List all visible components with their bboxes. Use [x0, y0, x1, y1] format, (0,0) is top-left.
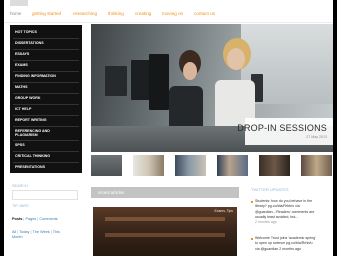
logo — [10, 0, 28, 6]
shelf-line — [105, 233, 225, 237]
divider — [13, 93, 79, 94]
sidebar-item-referencing[interactable]: REFERENCING AND PLAGIARISM — [15, 129, 55, 138]
student-figure — [227, 48, 245, 70]
hero-banner[interactable]: DROP-IN SESSIONS 27 May 2013 — [91, 24, 333, 152]
hero-date: 27 May 2013 — [306, 135, 327, 139]
nav-creating[interactable]: creating — [135, 11, 151, 16]
sidebar-menu: HOT TOPICS DISSERTATIONS ESSAYS EXAMS FI… — [10, 25, 82, 173]
tweet: Welcome Trust joins 'academic spring' to… — [251, 236, 333, 256]
sidebar-item-maths[interactable]: MATHS — [15, 85, 28, 89]
divider — [13, 104, 79, 105]
divider — [13, 162, 79, 163]
thumbnail[interactable] — [175, 155, 206, 176]
bookshelf-image — [93, 207, 237, 256]
divider — [13, 115, 79, 116]
divider — [13, 60, 79, 61]
top-nav: home getting started researching thinkin… — [4, 0, 333, 23]
sidebar-item-essays[interactable]: ESSAYS — [15, 52, 29, 56]
tweet-time: 2 months ago — [255, 220, 277, 225]
hero-caption: DROP-IN SESSIONS 27 May 2013 — [237, 118, 333, 145]
hero-title: DROP-IN SESSIONS — [237, 123, 327, 133]
posts-tab[interactable]: Posts — [12, 217, 22, 221]
divider — [13, 151, 79, 152]
time-filter: All | Today | The Week | This — [12, 230, 60, 234]
search-input[interactable] — [12, 190, 78, 200]
search-label: SEARCH — [12, 184, 28, 188]
tip-jars-label: TIP JARS — [12, 204, 29, 208]
sidebar-item-finding-information[interactable]: FINDING INFORMATION — [15, 74, 56, 78]
time-filter-cont: Month — [12, 235, 23, 239]
monitor-image — [105, 66, 127, 96]
recent-articles-title: recent articles — [98, 190, 125, 195]
nav-contact-us[interactable]: contact us — [194, 11, 215, 16]
bullet-icon — [251, 201, 253, 203]
shelf-line — [105, 217, 225, 221]
comments-tab[interactable]: Comments — [39, 217, 57, 221]
divider — [13, 38, 79, 39]
sidebar-item-dissertations[interactable]: DISSERTATIONS — [15, 41, 44, 45]
divider — [13, 49, 79, 50]
tweet-body[interactable]: Welcome Trust joins 'academic spring' to… — [255, 236, 333, 252]
sidebar-item-ict-help[interactable]: ICT HELP — [15, 107, 31, 111]
pages-tab[interactable]: Pages — [25, 217, 36, 221]
time-week-link[interactable]: The Week — [32, 230, 49, 234]
twitter-title: TWITTER UPDATES — [251, 187, 289, 192]
divider — [13, 126, 79, 127]
thumbnail[interactable] — [133, 155, 164, 176]
monitor-image — [149, 54, 169, 110]
tweet-body[interactable]: Students: how do you behave in the libra… — [255, 199, 333, 225]
thumbnail[interactable] — [259, 155, 290, 176]
student-figure — [169, 86, 203, 128]
tweet-text: via @guardian 2 months ago — [255, 246, 302, 251]
time-this-link[interactable]: This — [53, 230, 60, 234]
divider — [13, 71, 79, 72]
recent-articles-header: recent articles — [91, 187, 239, 198]
thumbnail[interactable] — [217, 155, 248, 176]
sidebar-item-exams[interactable]: EXAMS — [15, 63, 28, 67]
divider — [13, 140, 79, 141]
article-tag: Exams, Tips — [214, 209, 233, 213]
bullet-icon — [251, 238, 253, 240]
time-today-link[interactable]: Today — [19, 230, 29, 234]
time-month-link[interactable]: Month — [12, 235, 23, 239]
sidebar-item-spss[interactable]: SPSS — [15, 143, 25, 147]
divider — [13, 82, 79, 83]
page: home getting started researching thinkin… — [4, 0, 333, 256]
sidebar-item-critical-thinking[interactable]: CRITICAL THINKING — [15, 154, 50, 158]
tweet: Students: how do you behave in the libra… — [251, 199, 333, 225]
sidebar-item-presentations[interactable]: PRESENTATIONS — [15, 165, 45, 169]
nav-getting-started[interactable]: getting started — [32, 11, 61, 16]
student-figure — [183, 62, 197, 80]
nav-home[interactable]: home — [10, 11, 22, 16]
nav-moving-on[interactable]: moving on — [162, 11, 183, 16]
sidebar-item-group-work[interactable]: GROUP WORK — [15, 96, 41, 100]
sidebar-item-hot-topics[interactable]: HOT TOPICS — [15, 30, 37, 34]
nav-thinking[interactable]: thinking — [108, 11, 124, 16]
time-all-link[interactable]: All — [12, 230, 16, 234]
nav-researching[interactable]: researching — [73, 11, 97, 16]
posts-filter: Posts | Pages | Comments — [12, 217, 58, 221]
thumbnail[interactable] — [91, 155, 122, 176]
thumbnail-strip — [91, 155, 333, 177]
recent-article-image[interactable]: Exams, Tips — [93, 207, 237, 256]
sidebar-item-report-writing[interactable]: REPORT WRITING — [15, 118, 47, 122]
thumbnail[interactable] — [301, 155, 332, 176]
